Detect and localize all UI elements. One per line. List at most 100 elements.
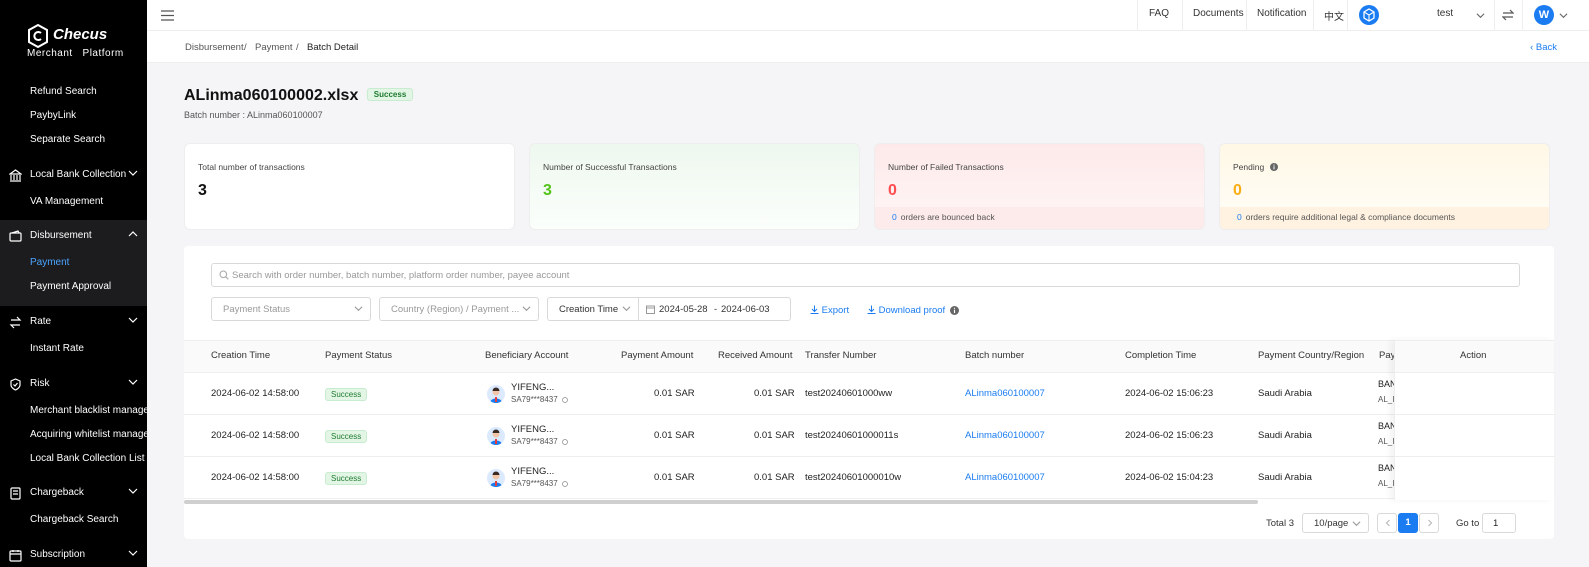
copy-icon[interactable] [562, 397, 568, 403]
chevron-down-icon [128, 379, 138, 385]
language-switch[interactable]: 中文 [1324, 8, 1344, 23]
top-bar: FAQ Documents Notification 中文 test W [147, 0, 1589, 31]
batch-number: Batch number : ALinma060100007 [184, 110, 323, 120]
card-successful-transactions: Number of Successful Transactions 3 [529, 143, 860, 230]
card-total-transactions: Total number of transactions 3 [184, 143, 515, 230]
cell-completion-time: 2024-06-02 15:06:23 [1125, 430, 1214, 441]
cell-transfer-number: test20240601000ww [805, 388, 893, 399]
card-label: Total number of transactions [198, 162, 305, 172]
page-size-select[interactable]: 10/page [1302, 513, 1369, 533]
column-header: Payment Status [325, 350, 393, 361]
sidebar-item-chargeback-search[interactable]: Chargeback Search [30, 514, 118, 525]
sidebar-group-label: Disbursement [30, 230, 92, 241]
search-placeholder: Search with order number, batch number, … [232, 270, 570, 281]
cell-payment-method-sub: AL_I [1378, 395, 1395, 404]
merchant-avatar-icon[interactable] [1359, 5, 1379, 25]
card-footer: 0 orders are bounced back [875, 207, 1204, 229]
search-input[interactable]: Search with order number, batch number, … [211, 263, 1520, 287]
breadcrumb-current: Batch Detail [307, 42, 359, 53]
sidebar-item-merchant-blacklist[interactable]: Merchant blacklist managem [30, 405, 147, 416]
chevron-down-icon[interactable] [1559, 11, 1568, 20]
cell-received-amount: 0.01 SAR [754, 472, 795, 483]
card-label: Pending [1233, 162, 1278, 172]
column-header: Transfer Number [805, 350, 877, 361]
chevron-down-icon [622, 306, 631, 312]
beneficiary-avatar [487, 427, 505, 445]
copy-icon[interactable] [562, 439, 568, 445]
switch-icon[interactable] [1502, 9, 1514, 21]
payment-status-select[interactable]: Payment Status [211, 297, 371, 321]
search-icon [219, 270, 229, 280]
goto-page-input[interactable]: 1 [1482, 513, 1516, 533]
beneficiary-name: YIFENG... [511, 382, 555, 393]
cell-creation-time: 2024-06-02 14:58:00 [211, 472, 300, 483]
copy-icon[interactable] [562, 481, 568, 487]
sidebar-item-payment[interactable]: Payment [30, 257, 69, 268]
footer-count[interactable]: 0 [1237, 212, 1242, 222]
batch-number-link[interactable]: ALinma060100007 [965, 472, 1045, 483]
footer-text: orders are bounced back [900, 212, 995, 222]
info-icon[interactable] [950, 306, 959, 315]
breadcrumb-payment[interactable]: Payment [255, 42, 293, 53]
user-avatar[interactable]: W [1534, 5, 1554, 25]
brand-logo[interactable]: Checus Merchant Platform [27, 24, 127, 60]
column-header: Payment Amount [621, 350, 694, 361]
sidebar-item-payment-approval[interactable]: Payment Approval [30, 281, 111, 292]
sidebar-group-risk[interactable]: Risk [0, 374, 147, 396]
breadcrumb-disbursement[interactable]: Disbursement [185, 42, 244, 53]
cell-creation-time: 2024-06-02 14:58:00 [211, 430, 300, 441]
chevron-down-icon [128, 550, 138, 556]
date-range-picker[interactable]: 2024-05-28 - 2024-06-03 [638, 297, 791, 321]
status-badge: Success [366, 88, 414, 101]
info-icon[interactable] [1269, 163, 1278, 171]
sidebar-group-local-bank-collection[interactable]: Local Bank Collection [0, 165, 147, 187]
column-header: Pay [1379, 350, 1396, 361]
table-row[interactable]: 2024-06-02 14:58:00 Success YIFENG... SA… [184, 373, 1554, 415]
user-name[interactable]: test [1437, 8, 1453, 19]
shield-icon [10, 378, 21, 391]
country-select[interactable]: Country (Region) / Payment ... [379, 297, 539, 321]
chevron-right-icon [1428, 519, 1433, 527]
card-footer: 0 orders require additional legal & compl… [1220, 207, 1549, 229]
documents-link[interactable]: Documents [1193, 8, 1244, 19]
page-1-button[interactable]: 1 [1398, 513, 1418, 533]
brand-subtitle: Merchant Platform [27, 48, 124, 59]
goto-label: Go to [1456, 518, 1480, 529]
exchange-icon [9, 316, 22, 329]
hamburger-menu-icon[interactable] [161, 10, 174, 21]
table-row[interactable]: 2024-06-02 14:58:00 Success YIFENG... SA… [184, 457, 1554, 499]
next-page-button[interactable] [1419, 513, 1439, 533]
prev-page-button[interactable] [1377, 513, 1397, 533]
footer-count[interactable]: 0 [892, 212, 897, 222]
sidebar-item-separate-search[interactable]: Separate Search [30, 134, 105, 145]
download-proof-button[interactable]: Download proof [867, 305, 945, 316]
notification-link[interactable]: Notification [1257, 8, 1306, 19]
sidebar-group-label: Chargeback [30, 487, 84, 498]
sidebar-group-chargeback[interactable]: Chargeback [0, 483, 147, 505]
cell-country: Saudi Arabia [1258, 388, 1312, 399]
batch-number-link[interactable]: ALinma060100007 [965, 388, 1045, 399]
sidebar-item-instant-rate[interactable]: Instant Rate [30, 343, 84, 354]
brand-name: Checus [53, 26, 108, 43]
faq-link[interactable]: FAQ [1149, 8, 1169, 19]
sidebar-group-rate[interactable]: Rate [0, 312, 147, 334]
sidebar-item-va-management[interactable]: VA Management [30, 196, 103, 207]
sidebar-item-paybylink[interactable]: PaybyLink [30, 110, 76, 121]
sidebar-item-local-bank-collection-list[interactable]: Local Bank Collection List [30, 453, 145, 464]
back-link[interactable]: ‹ Back [1530, 42, 1557, 53]
horizontal-scrollbar[interactable] [184, 500, 1258, 504]
sidebar-item-refund-search[interactable]: Refund Search [30, 86, 97, 97]
pagination-total: Total 3 [1266, 518, 1294, 529]
batch-number-link[interactable]: ALinma060100007 [965, 430, 1045, 441]
chevron-down-icon [354, 306, 363, 312]
cell-payment-amount: 0.01 SAR [654, 472, 695, 483]
time-type-select[interactable]: Creation Time [547, 297, 638, 321]
cell-received-amount: 0.01 SAR [754, 388, 795, 399]
status-badge: Success [325, 472, 368, 485]
sidebar-item-acquiring-whitelist[interactable]: Acquiring whitelist managem [30, 429, 147, 440]
sidebar-group-disbursement[interactable]: Disbursement [0, 226, 147, 248]
chevron-down-icon[interactable] [1476, 11, 1485, 20]
sidebar-group-subscription[interactable]: Subscription [0, 545, 147, 567]
export-button[interactable]: Export [810, 305, 849, 316]
table-row[interactable]: 2024-06-02 14:58:00 Success YIFENG... SA… [184, 415, 1554, 457]
